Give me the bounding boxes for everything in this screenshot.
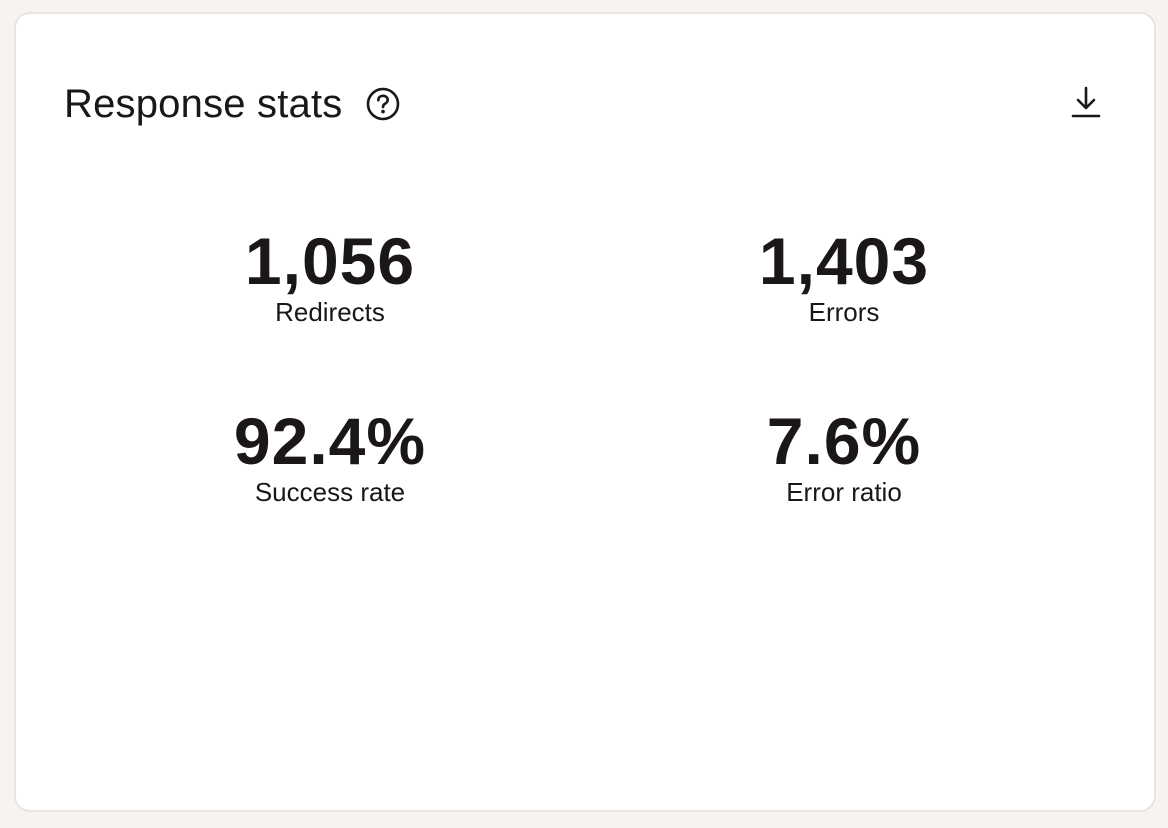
stat-value: 1,056 bbox=[244, 224, 416, 298]
stat-value: 92.4% bbox=[233, 404, 427, 478]
stat-value: 1,403 bbox=[758, 224, 930, 298]
stat-error-ratio: 7.6% Error ratio bbox=[634, 406, 1054, 508]
stat-value: 7.6% bbox=[766, 404, 922, 478]
stat-label: Redirects bbox=[275, 297, 385, 327]
download-button[interactable] bbox=[1064, 82, 1108, 126]
stat-label: Error ratio bbox=[786, 477, 902, 507]
stat-success-rate: 92.4% Success rate bbox=[120, 406, 540, 508]
response-stats-card: Response stats 1,056 Redirects 1,403 Err… bbox=[14, 12, 1156, 812]
help-icon[interactable] bbox=[365, 86, 401, 122]
stat-redirects: 1,056 Redirects bbox=[120, 226, 540, 328]
card-title: Response stats bbox=[64, 82, 343, 126]
stat-label: Errors bbox=[808, 297, 880, 327]
stat-errors: 1,403 Errors bbox=[634, 226, 1054, 328]
card-header: Response stats bbox=[64, 80, 401, 128]
stat-label: Success rate bbox=[254, 477, 406, 507]
download-icon bbox=[1071, 85, 1101, 124]
